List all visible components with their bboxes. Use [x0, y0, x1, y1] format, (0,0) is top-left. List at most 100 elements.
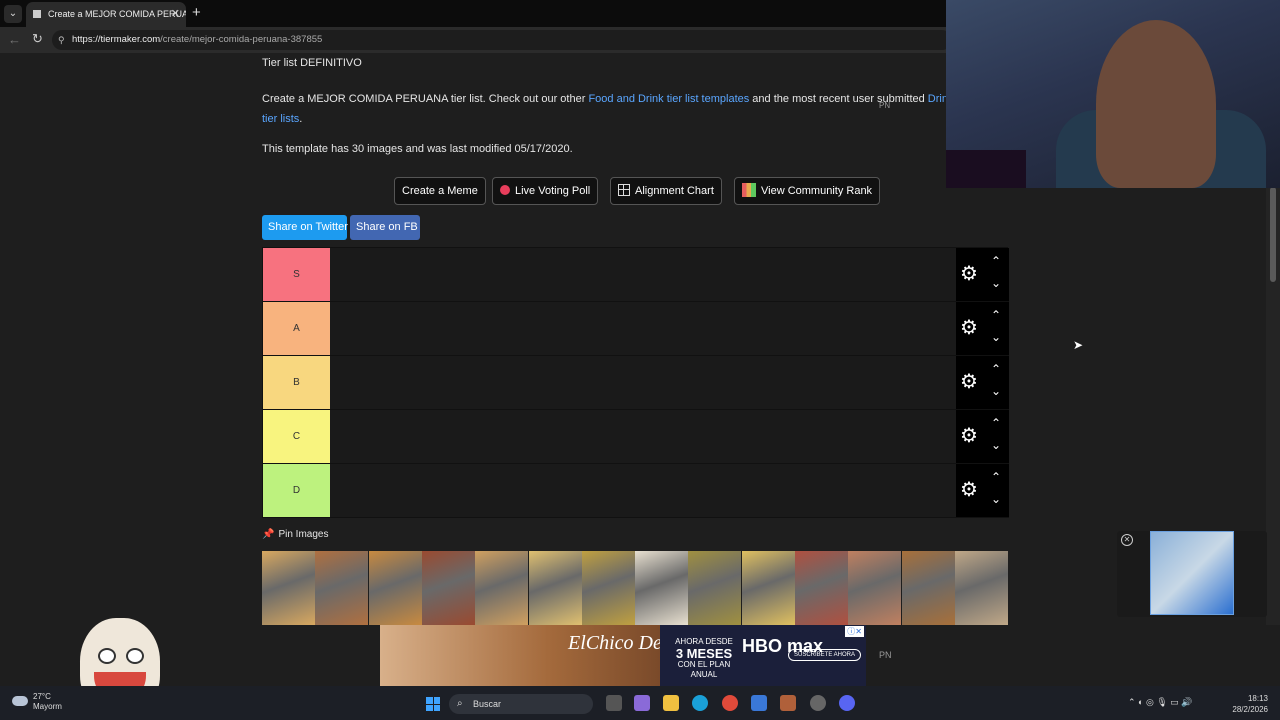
- chevron-down-icon[interactable]: ⌄: [990, 439, 1002, 451]
- browser-tab-active[interactable]: Create a MEJOR COMIDA PERUANA ✕: [26, 2, 186, 27]
- chevron-down-icon[interactable]: ⌄: [990, 331, 1002, 343]
- weather-desc: Mayorm: [33, 702, 62, 711]
- ad-subscribe-button[interactable]: SUSCRÍBETE AHORA: [788, 649, 862, 661]
- chevron-up-icon[interactable]: ⌃: [990, 255, 1002, 267]
- tier-label[interactable]: B: [263, 356, 330, 409]
- ad-promo-sub: CON EL PLAN ANUAL: [677, 660, 731, 679]
- pin-images-toggle[interactable]: 📌 Pin Images: [262, 529, 328, 540]
- tier-grid-icon: [742, 183, 756, 197]
- windows-taskbar: 27°C Mayorm ⌕ Buscar ⌃ ◐ ◎ 🎙 ▭ 🔊 18:13 2…: [0, 686, 1280, 720]
- gear-icon[interactable]: ⚙: [959, 372, 979, 392]
- search-icon: ⌕: [457, 698, 463, 709]
- food-drink-templates-link[interactable]: Food and Drink tier list templates: [588, 93, 749, 105]
- overlay-pn-watermark: PN: [879, 101, 891, 110]
- chevron-up-icon[interactable]: ⌃: [990, 363, 1002, 375]
- food-image-thumbnail[interactable]: [635, 551, 689, 625]
- chevron-down-icon[interactable]: ⌄: [990, 385, 1002, 397]
- record-dot-icon: [500, 185, 510, 195]
- desc-text-3: .: [299, 113, 303, 125]
- scrollbar-thumb[interactable]: [1270, 187, 1276, 282]
- site-info-icon[interactable]: ⚲: [58, 30, 65, 50]
- tier-label[interactable]: A: [263, 302, 330, 355]
- ad-choices-icon[interactable]: ⓘ✕: [845, 626, 864, 637]
- chevron-up-icon[interactable]: ⌃: [990, 309, 1002, 321]
- tier-drop-zone[interactable]: [330, 410, 956, 463]
- template-description: Create a MEJOR COMIDA PERUANA tier list.…: [262, 89, 962, 129]
- back-arrow-icon[interactable]: ←: [8, 32, 21, 47]
- taskbar-search-box[interactable]: ⌕ Buscar: [449, 694, 593, 714]
- food-image-thumbnail[interactable]: [368, 551, 422, 625]
- food-image-thumbnail[interactable]: [528, 551, 582, 625]
- pip-close-icon[interactable]: ✕: [1121, 534, 1133, 546]
- gear-icon[interactable]: ⚙: [959, 318, 979, 338]
- address-bar[interactable]: ⚲ https://tiermaker.com/create/mejor-com…: [52, 30, 952, 50]
- tier-drop-zone[interactable]: [330, 356, 956, 409]
- clock-time: 18:13: [1247, 694, 1268, 703]
- tier-label[interactable]: D: [263, 464, 330, 517]
- windows-start-icon[interactable]: [426, 697, 440, 711]
- app-icon[interactable]: [780, 695, 796, 711]
- picture-in-picture-window[interactable]: ✕: [1117, 531, 1267, 617]
- chrome-icon[interactable]: [722, 695, 738, 711]
- live-voting-poll-button[interactable]: Live Voting Poll: [492, 177, 599, 205]
- share-fb-button[interactable]: Share on FB: [350, 215, 420, 240]
- reload-icon[interactable]: ↻: [32, 31, 43, 47]
- weather-widget[interactable]: 27°C Mayorm: [12, 692, 62, 712]
- create-meme-button[interactable]: Create a Meme: [394, 177, 486, 205]
- tier-label[interactable]: S: [263, 248, 330, 301]
- food-image-thumbnail[interactable]: [741, 551, 795, 625]
- desc-text-2: and the most recent user submitted: [749, 93, 928, 105]
- chevron-up-icon[interactable]: ⌃: [990, 471, 1002, 483]
- food-image-thumbnail[interactable]: [581, 551, 635, 625]
- food-image-thumbnail[interactable]: [315, 551, 369, 625]
- new-tab-plus-icon[interactable]: +: [192, 4, 201, 21]
- tier-drop-zone[interactable]: [330, 302, 956, 355]
- food-image-thumbnail[interactable]: [262, 551, 315, 625]
- copilot-icon[interactable]: [634, 695, 650, 711]
- url-domain: https://tiermaker.com: [72, 34, 161, 45]
- ad-promo-panel: AHORA DESDE 3 MESES CON EL PLAN ANUAL HB…: [660, 625, 866, 686]
- task-view-icon[interactable]: [606, 695, 622, 711]
- ad-banner[interactable]: ElChico DeOro AHORA DESDE 3 MESES CON EL…: [380, 625, 866, 686]
- food-image-thumbnail[interactable]: [954, 551, 1008, 625]
- tier-label[interactable]: C: [263, 410, 330, 463]
- pip-video[interactable]: [1150, 531, 1234, 615]
- view-community-rank-label: View Community Rank: [761, 185, 873, 197]
- taskbar-clock[interactable]: 18:13 28/2/2026: [1224, 693, 1268, 715]
- tier-controls: ⚙ ⌃ ⌄: [956, 410, 1009, 463]
- tab-title: Create a MEJOR COMIDA PERUANA: [48, 9, 186, 19]
- tab-list-chevron-icon[interactable]: ⌄: [4, 5, 22, 23]
- view-community-rank-button[interactable]: View Community Rank: [734, 177, 881, 205]
- alignment-chart-button[interactable]: Alignment Chart: [610, 177, 722, 205]
- food-image-thumbnail[interactable]: [688, 551, 742, 625]
- url-path: /create/mejor-comida-peruana-387855: [160, 34, 323, 45]
- store-icon[interactable]: [751, 695, 767, 711]
- tier-drop-zone[interactable]: [330, 464, 956, 517]
- food-image-thumbnail[interactable]: [475, 551, 529, 625]
- food-image-thumbnail[interactable]: [795, 551, 848, 625]
- ad-promo-text: AHORA DESDE 3 MESES CON EL PLAN ANUAL: [672, 637, 736, 680]
- tier-drop-zone[interactable]: [330, 248, 956, 301]
- share-twitter-button[interactable]: Share on Twitter: [262, 215, 348, 240]
- tier-controls: ⚙ ⌃ ⌄: [956, 248, 1009, 301]
- chevron-up-icon[interactable]: ⌃: [990, 417, 1002, 429]
- weather-temp: 27°C: [33, 692, 51, 701]
- tab-close-icon[interactable]: ✕: [171, 2, 180, 26]
- template-info: This template has 30 images and was last…: [262, 143, 573, 155]
- chevron-down-icon[interactable]: ⌄: [990, 493, 1002, 505]
- gear-icon[interactable]: ⚙: [959, 264, 979, 284]
- gear-icon[interactable]: ⚙: [959, 480, 979, 500]
- chevron-down-icon[interactable]: ⌄: [990, 277, 1002, 289]
- discord-icon[interactable]: [839, 695, 855, 711]
- tier-row: B ⚙ ⌃ ⌄: [263, 356, 1009, 410]
- gear-icon[interactable]: ⚙: [959, 426, 979, 446]
- ad-promo-big: 3 MESES: [675, 646, 733, 661]
- food-image-thumbnail[interactable]: [848, 551, 902, 625]
- obs-icon[interactable]: [810, 695, 826, 711]
- system-tray[interactable]: ⌃ ◐ ◎ 🎙 ▭ 🔊: [1128, 697, 1192, 708]
- file-explorer-icon[interactable]: [663, 695, 679, 711]
- food-image-thumbnail[interactable]: [901, 551, 955, 625]
- overlay-pn-watermark-2: PN: [879, 650, 892, 660]
- food-image-thumbnail[interactable]: [421, 551, 475, 625]
- edge-icon[interactable]: [692, 695, 708, 711]
